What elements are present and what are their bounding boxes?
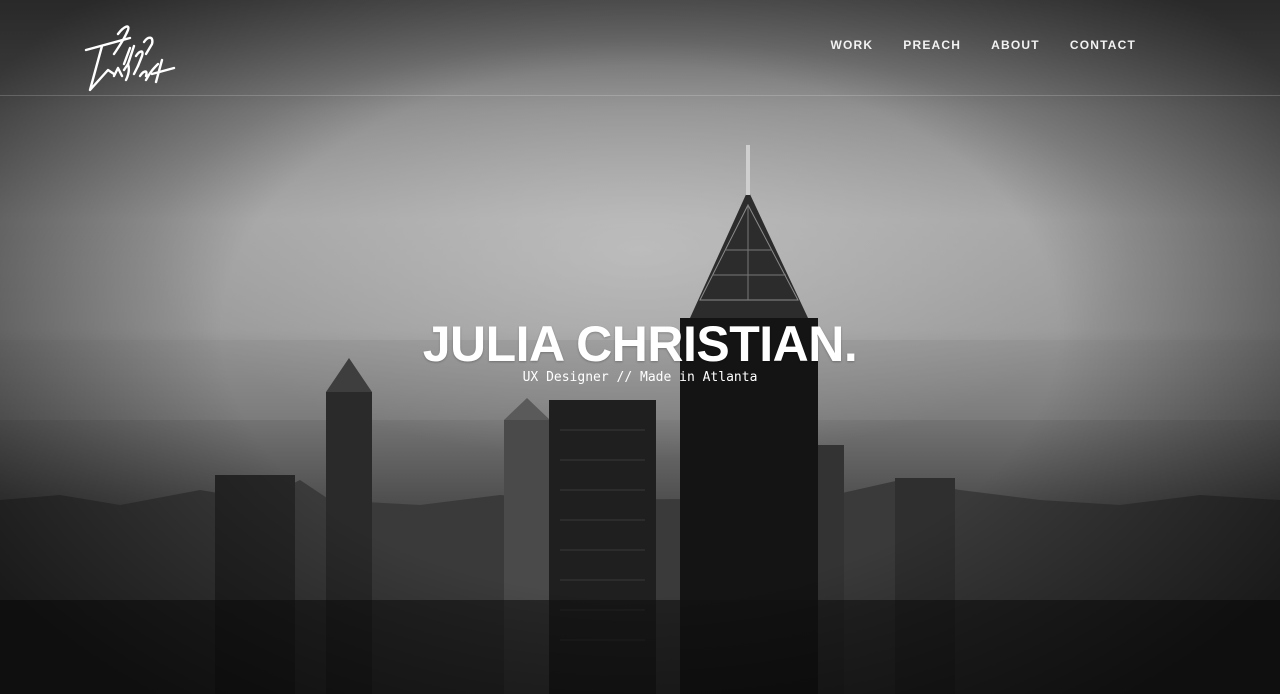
hero-title-block: JULIA CHRISTIAN. UX Designer // Made in … <box>0 318 1280 386</box>
site-header: WORK PREACH ABOUT CONTACT <box>0 0 1280 96</box>
nav-about[interactable]: ABOUT <box>991 38 1040 52</box>
main-nav: WORK PREACH ABOUT CONTACT <box>830 38 1136 52</box>
nav-contact[interactable]: CONTACT <box>1070 38 1136 52</box>
hero-subtitle: UX Designer // Made in Atlanta <box>522 370 758 385</box>
signature-logo-icon <box>84 25 176 92</box>
hero-title: JULIA CHRISTIAN. <box>422 316 858 372</box>
site-logo[interactable] <box>84 24 176 96</box>
nav-work[interactable]: WORK <box>830 38 873 52</box>
nav-preach[interactable]: PREACH <box>903 38 961 52</box>
